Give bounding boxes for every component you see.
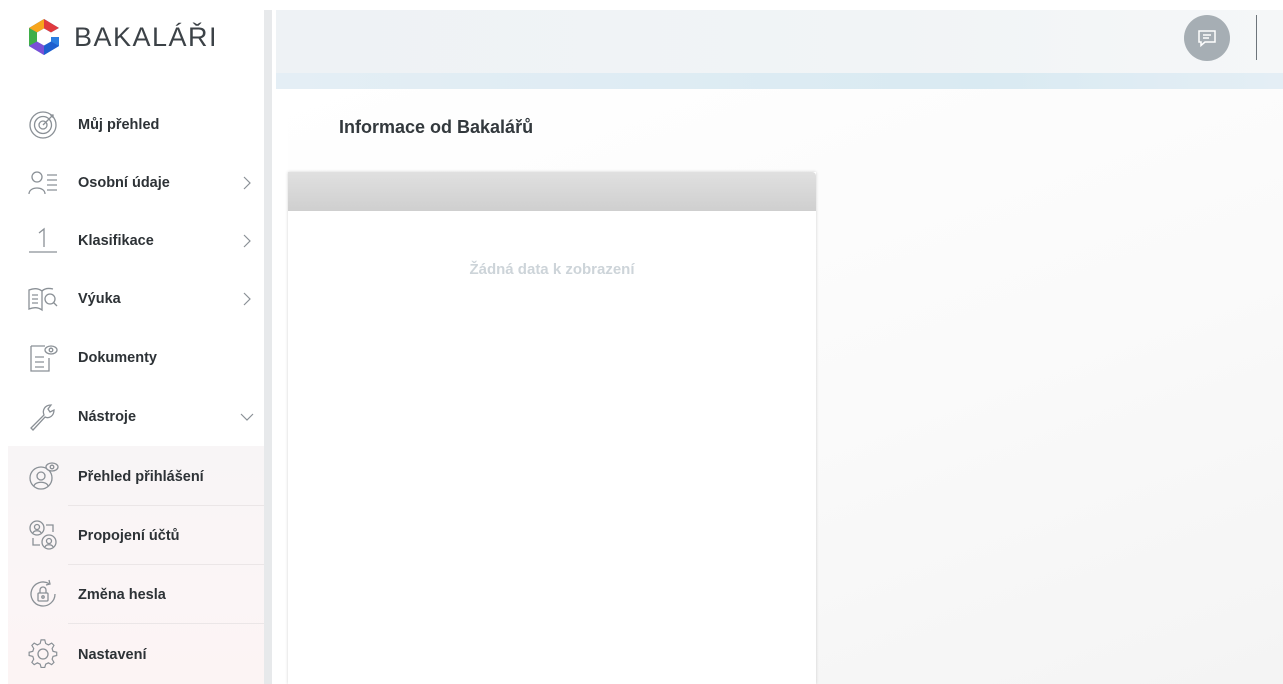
divider (68, 623, 264, 624)
sidebar-item-label: Nástroje (78, 409, 137, 425)
sidebar-item-propojeni-uctu[interactable]: Propojení účtů (0, 506, 264, 565)
bakalari-logo-icon (29, 19, 59, 55)
top-bar-separator (1256, 15, 1257, 60)
sidebar-item-label: Dokumenty (78, 350, 157, 366)
app-name: BAKALÁŘI (74, 21, 219, 52)
sidebar-item-label: Přehled přihlášení (78, 468, 204, 485)
document-icon (30, 345, 58, 372)
person-card-icon (28, 171, 57, 195)
chat-icon (1198, 30, 1216, 48)
sidebar-item-nastaveni[interactable]: Nastavení (0, 625, 264, 684)
sidebar-item-nastroje[interactable]: Nástroje (0, 388, 264, 446)
book-search-icon (28, 287, 58, 312)
linked-accounts-icon (29, 520, 57, 550)
sidebar-item-label: Klasifikace (78, 233, 154, 249)
chevron-right-icon (243, 292, 251, 306)
top-bar (276, 10, 1283, 73)
grade-one-icon (29, 227, 57, 253)
main-panel: Informace od Bakalářů Žádná data k zobra… (288, 89, 1283, 684)
sidebar: BAKALÁŘI Můj přehled Osobní údaje Klasif… (0, 0, 264, 684)
chevron-right-icon (243, 234, 251, 248)
wrench-icon (30, 404, 55, 431)
sidebar-item-klasifikace[interactable]: Klasifikace (0, 212, 264, 270)
sidebar-item-label: Výuka (78, 291, 121, 307)
info-card: Žádná data k zobrazení (288, 172, 816, 684)
sidebar-item-prehled-prihlaseni[interactable]: Přehled přihlášení (0, 447, 264, 506)
sidebar-item-label: Změna hesla (78, 586, 166, 603)
password-lock-icon (30, 579, 56, 607)
sidebar-item-label: Nastavení (78, 646, 147, 663)
sidebar-item-label: Můj přehled (78, 117, 160, 133)
top-bar-accent (276, 73, 1283, 89)
login-overview-icon (29, 462, 59, 490)
chat-button[interactable] (1184, 15, 1230, 61)
logo[interactable]: BAKALÁŘI (26, 18, 218, 56)
chevron-down-icon (240, 413, 254, 421)
sidebar-item-label: Osobní údaje (78, 175, 170, 191)
chevron-right-icon (243, 176, 251, 190)
card-header (288, 172, 816, 211)
page-title: Informace od Bakalářů (339, 117, 534, 137)
sidebar-item-label: Propojení účtů (78, 527, 180, 544)
sidebar-scrollbar[interactable] (264, 10, 272, 684)
sidebar-item-muj-prehled[interactable]: Můj přehled (0, 96, 264, 154)
sidebar-item-vyuka[interactable]: Výuka (0, 270, 264, 328)
empty-state-text: Žádná data k zobrazení (469, 261, 635, 278)
sidebar-item-dokumenty[interactable]: Dokumenty (0, 329, 264, 387)
sidebar-item-osobni-udaje[interactable]: Osobní údaje (0, 154, 264, 212)
target-icon (29, 111, 57, 139)
sidebar-item-zmena-hesla[interactable]: Změna hesla (0, 565, 264, 624)
settings-gear-icon (28, 639, 58, 669)
